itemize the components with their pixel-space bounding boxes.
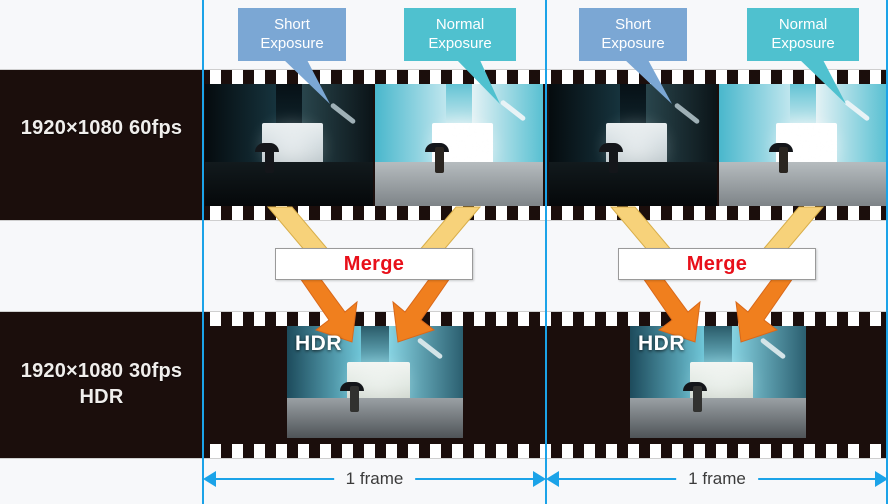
divider-line [0, 458, 888, 459]
callout-short-exposure-2: Short Exposure [579, 8, 687, 61]
arrow-left-icon [203, 471, 216, 487]
hdr-badge: HDR [295, 332, 342, 355]
frame-duration-measure-1: 1 frame [203, 468, 546, 490]
frame-thumbnail-short-2 [549, 84, 717, 206]
tunnel-scene-normal [375, 84, 543, 206]
frame-boundary-guide-2 [545, 0, 547, 504]
frame-duration-label: 1 frame [333, 468, 416, 490]
frame-thumbnail-short-1 [205, 84, 373, 206]
frame-duration-label: 1 frame [676, 468, 758, 490]
arrow-right-icon [533, 471, 546, 487]
hdr-badge: HDR [638, 332, 685, 355]
callout-short-exposure-1: Short Exposure [238, 8, 346, 61]
frame-thumbnail-normal-1 [375, 84, 543, 206]
tunnel-scene-short [549, 84, 717, 206]
frame-thumbnail-normal-2 [719, 84, 887, 206]
frame-duration-measure-2: 1 frame [546, 468, 888, 490]
merge-label-1: Merge [275, 248, 473, 280]
divider-line [0, 220, 888, 221]
hdr-merge-diagram: 1920×1080 60fps 1920×1080 30fps HDR HDR … [0, 0, 888, 504]
tunnel-scene-short [205, 84, 373, 206]
frame-thumbnail-hdr-1: HDR [287, 326, 463, 438]
arrow-left-icon [546, 471, 559, 487]
tunnel-scene-normal [719, 84, 887, 206]
output-resolution-label: 1920×1080 30fps HDR [20, 360, 183, 408]
callout-normal-exposure-1: Normal Exposure [404, 8, 516, 61]
arrow-right-icon [875, 471, 888, 487]
frame-thumbnail-hdr-2: HDR [630, 326, 806, 438]
callout-normal-exposure-2: Normal Exposure [747, 8, 859, 61]
merge-label-2: Merge [618, 248, 816, 280]
frame-boundary-guide-1 [202, 0, 204, 504]
source-resolution-label: 1920×1080 60fps [20, 117, 183, 139]
